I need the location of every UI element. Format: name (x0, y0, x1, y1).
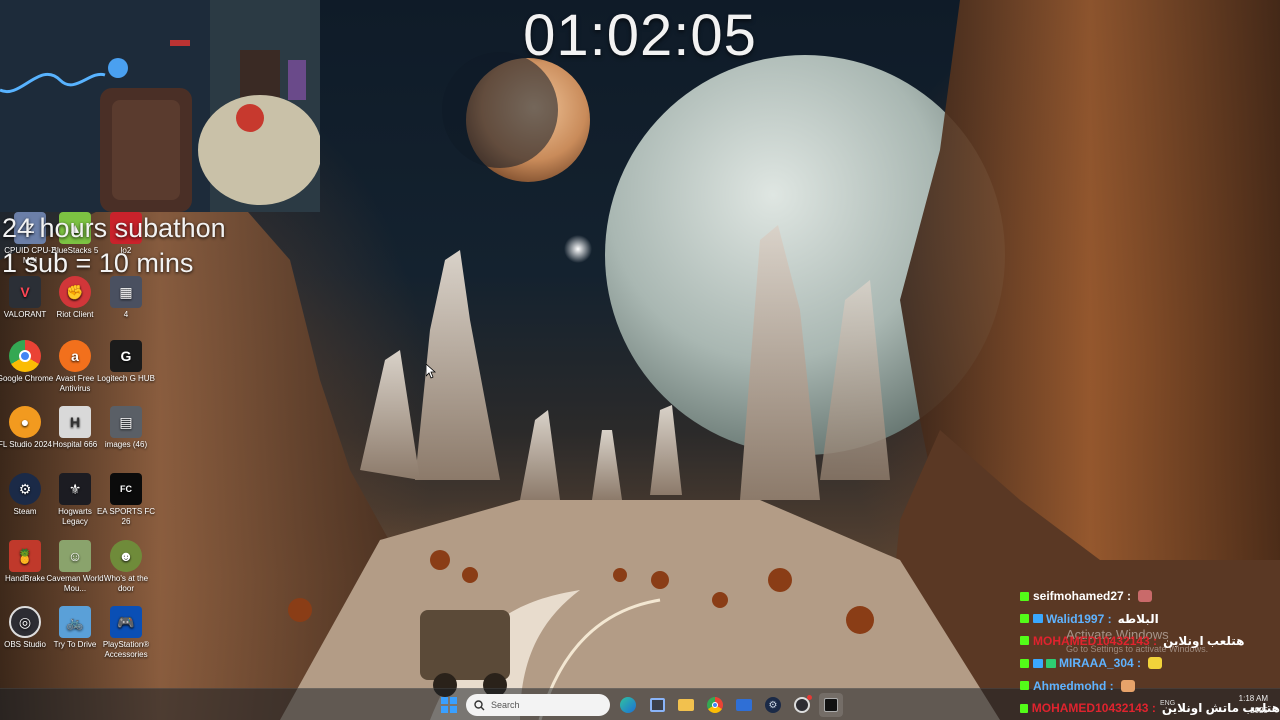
steam-icon: ⚙ (9, 473, 41, 505)
desktop-icon-4[interactable]: ▦ 4 (96, 276, 156, 320)
emote-icon (1138, 590, 1153, 603)
steam-icon: ⚙ (765, 697, 781, 713)
kick-badge-icon (1020, 703, 1028, 713)
taskbar-file-explorer[interactable] (674, 693, 698, 717)
kick-badge-icon (1020, 636, 1029, 646)
subscriber-badge-icon (1033, 614, 1043, 624)
chat-message: MOHAMED10432143 : هتلعب اونلاين (1020, 630, 1280, 652)
app-icon (824, 698, 838, 712)
caveman-icon: ☺ (59, 540, 91, 572)
store-icon (649, 698, 665, 712)
mouse-cursor-icon (426, 364, 436, 379)
image-icon: ▤ (110, 406, 142, 438)
desktop-icon-whos-at-the-door[interactable]: ☻ Who's at the door (96, 540, 156, 594)
chat-text: هتلعب ماتش اونلاين (1161, 701, 1280, 716)
image-icon: ▦ (110, 276, 142, 308)
chat-username: seifmohamed27 : (1033, 589, 1132, 604)
desktop-icon-images[interactable]: ▤ images (46) (96, 406, 156, 450)
easports-icon: FC (110, 473, 142, 505)
playstation-icon: 🎮 (110, 606, 142, 638)
emote-icon (1120, 679, 1135, 692)
chat-message: seifmohamed27 : (1020, 585, 1280, 607)
logitech-icon: G (110, 340, 142, 372)
folder-icon (678, 699, 694, 711)
chat-username: Ahmedmohd : (1033, 678, 1114, 693)
edge-icon (620, 697, 636, 713)
handbrake-icon: 🍍 (9, 540, 41, 572)
desktop-icon-label: Who's at the door (103, 574, 149, 593)
chat-username: MOHAMED10432143 : (1033, 633, 1158, 648)
webcam-feed (0, 0, 320, 212)
chat-message: Ahmedmohd : (1020, 675, 1280, 697)
chat-text: البلاطه (1117, 611, 1159, 626)
taskbar-obs[interactable] (790, 693, 814, 717)
kick-badge-icon (1020, 658, 1029, 668)
hospital-icon: H (59, 406, 91, 438)
taskbar-chrome[interactable] (703, 693, 727, 717)
recording-indicator-icon (807, 695, 812, 700)
start-button[interactable] (437, 693, 461, 717)
obs-icon: ◎ (9, 606, 41, 638)
hogwarts-icon: ⚜ (59, 473, 91, 505)
chat-username: MOHAMED10432143 : (1031, 701, 1156, 716)
taskbar-edge[interactable] (616, 693, 640, 717)
chrome-icon (707, 697, 723, 713)
kick-badge-icon (1020, 614, 1029, 624)
search-icon (474, 699, 485, 710)
taskbar-store[interactable] (645, 693, 669, 717)
desktop-icon-label: Logitech G HUB (97, 374, 155, 383)
kick-badge-icon (1020, 681, 1029, 691)
chat-username: MIRAAA_304 : (1059, 656, 1142, 671)
riot-icon: ✊ (59, 276, 91, 308)
chat-message: Walid1997 : البلاطه (1020, 607, 1280, 629)
chrome-icon (9, 340, 41, 372)
desktop-icon-label: PlayStation® Accessories (102, 640, 150, 659)
subathon-rule: 1 sub = 10 mins (2, 248, 194, 278)
gifter-badge-icon (1046, 658, 1056, 668)
stream-timer: 01:02:05 (523, 3, 757, 68)
subathon-title: 24 hours subathon (2, 213, 226, 243)
taskbar-search-box[interactable]: Search (466, 694, 610, 716)
avast-icon: a (59, 340, 91, 372)
webcam-scene (0, 0, 320, 212)
mail-icon (736, 699, 752, 711)
taskbar-mail[interactable] (732, 693, 756, 717)
desktop-icon-label: images (46) (104, 440, 148, 449)
desktop-icon-label: 4 (123, 310, 129, 319)
chat-username: Walid1997 : (1046, 611, 1112, 626)
valorant-icon: V (9, 276, 41, 308)
chat-message: MOHAMED10432143 : هتلعب ماتش اونلاين (1020, 697, 1280, 719)
chat-message: MIRAAA_304 : (1020, 652, 1280, 674)
emote-icon (1148, 657, 1163, 670)
trytodrive-icon: 🚲 (59, 606, 91, 638)
chat-overlay: seifmohamed27 : Walid1997 : البلاطه MOHA… (1020, 585, 1280, 719)
desktop-icon-playstation[interactable]: 🎮 PlayStation® Accessories (96, 606, 156, 660)
desktop-icon-easports[interactable]: FC EA SPORTS FC 26 (96, 473, 156, 527)
desktop-icon-label: EA SPORTS FC 26 (96, 507, 156, 526)
search-placeholder: Search (491, 700, 520, 710)
desktop-icon-logitech[interactable]: G Logitech G HUB (96, 340, 156, 384)
taskbar-steam[interactable]: ⚙ (761, 693, 785, 717)
taskbar-app[interactable] (819, 693, 843, 717)
chat-text: هتلعب اونلاين (1163, 633, 1245, 648)
windows-icon (441, 697, 457, 713)
kick-badge-icon (1020, 591, 1029, 601)
subscriber-badge-icon (1033, 658, 1043, 668)
flstudio-icon: ● (9, 406, 41, 438)
whosatthedoor-icon: ☻ (110, 540, 142, 572)
